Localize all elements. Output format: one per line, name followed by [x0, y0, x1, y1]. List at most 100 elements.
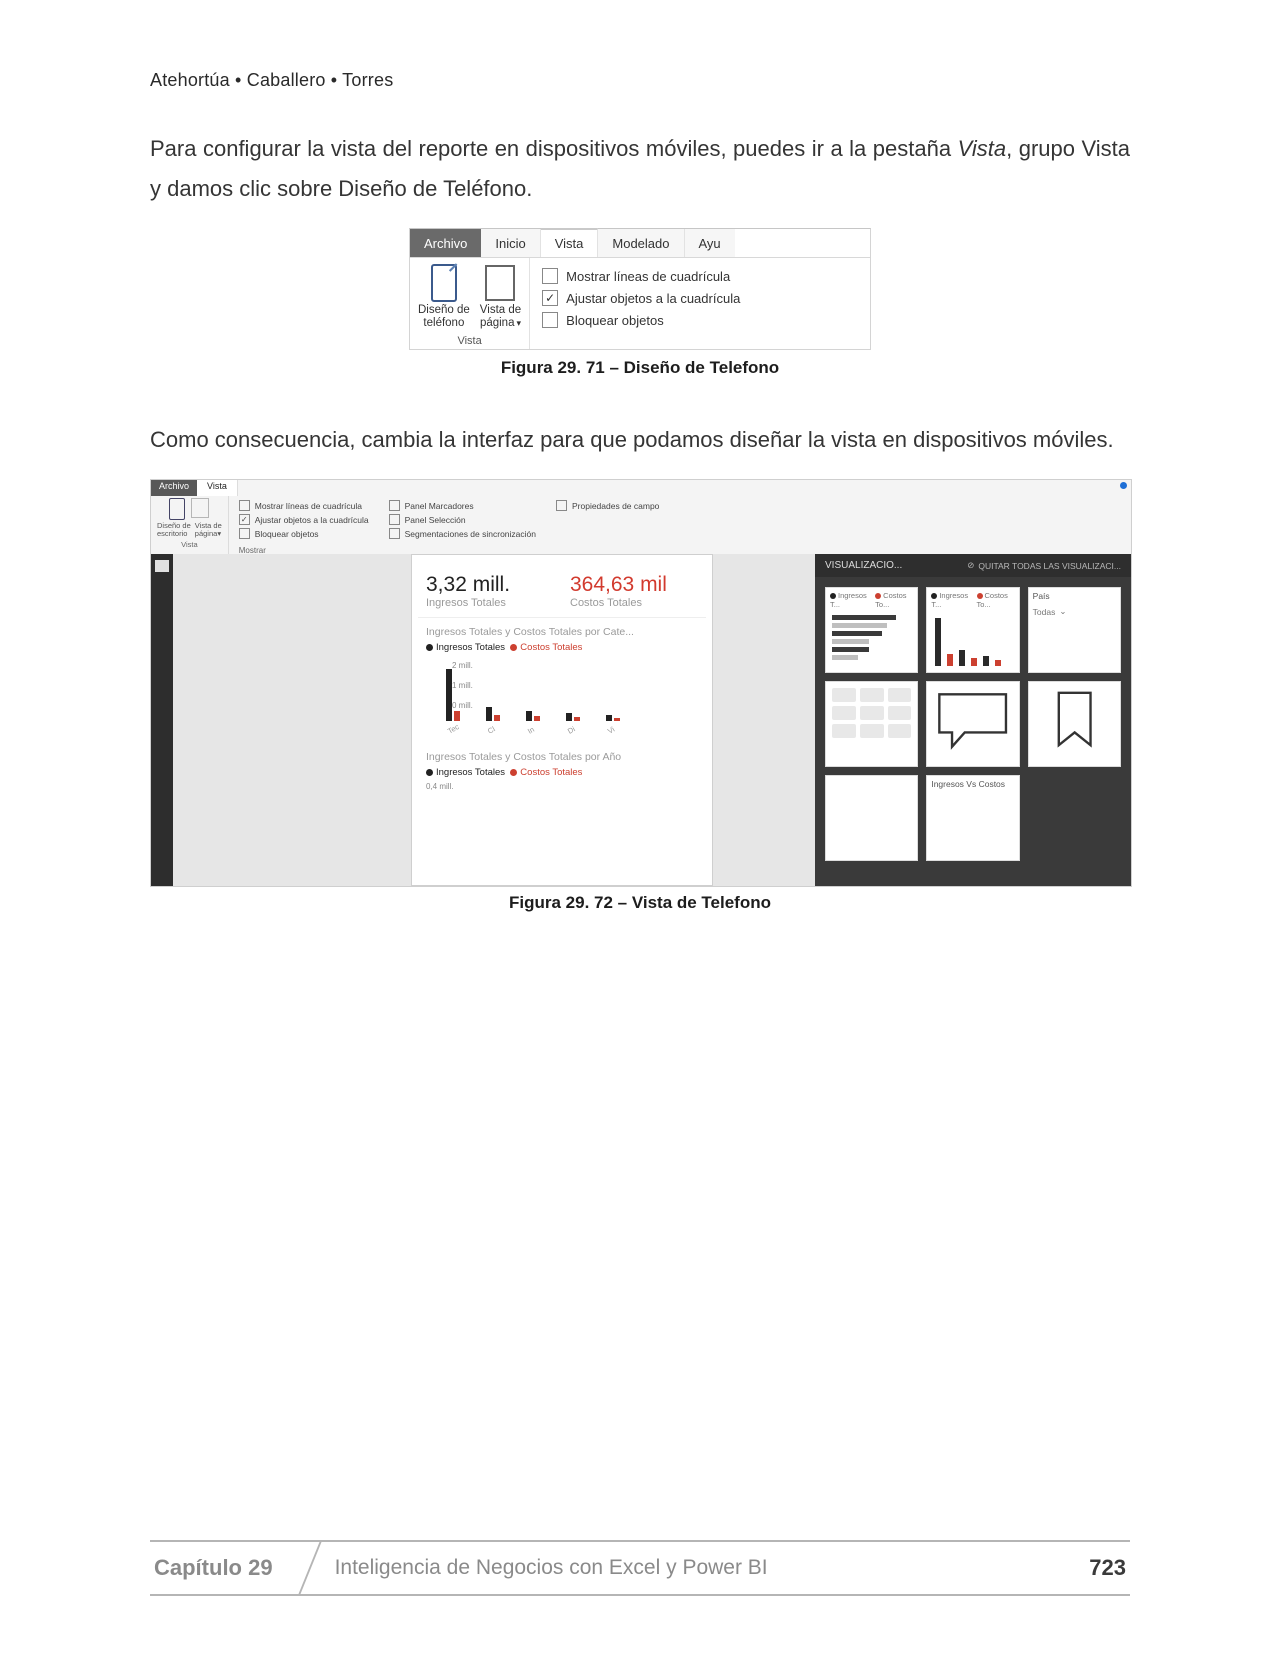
page-view-label-2: página	[480, 317, 515, 329]
chk-lock-objects-label: Bloquear objetos	[566, 313, 664, 328]
checkbox-icon	[389, 528, 400, 539]
kpi-ingresos-label: Ingresos Totales	[426, 597, 554, 609]
desktop-layout-icon	[169, 498, 185, 520]
chevron-down-icon: ▾	[217, 529, 221, 538]
fig2-group-caption: Vista	[181, 540, 198, 549]
tab-vista[interactable]: Vista	[541, 228, 599, 257]
phone-canvas[interactable]: 3,32 mill. Ingresos Totales 364,63 mil C…	[411, 554, 713, 886]
tab-archivo[interactable]: Archivo	[410, 229, 481, 257]
speech-bubble-icon	[933, 688, 1012, 751]
checkbox-icon	[389, 500, 400, 511]
paragraph-2: Como consecuencia, cambia la interfaz pa…	[150, 420, 1130, 460]
paragraph-1: Para configurar la vista del reporte en …	[150, 129, 1130, 208]
tile2-title: Ingresos Totales y Costos Totales por Añ…	[418, 743, 706, 767]
footer-chapter: Capítulo 29	[150, 1542, 295, 1594]
viz-tile-vbar[interactable]: Ingresos T... Costos To...	[926, 587, 1019, 673]
page-footer: Capítulo 29 Inteligencia de Negocios con…	[150, 1540, 1130, 1596]
page-view-icon	[191, 498, 209, 518]
checkbox-icon	[556, 500, 567, 511]
viz-clear-all-label: QUITAR TODAS LAS VISUALIZACI...	[978, 561, 1121, 571]
clear-icon: ⊘	[967, 560, 974, 571]
viz-tile-chat[interactable]	[926, 681, 1019, 767]
chk-selection-panel[interactable]: Panel Selección	[389, 514, 536, 525]
page-view-label-1: Vista de	[480, 304, 521, 316]
left-nav-rail	[151, 554, 173, 886]
btn-desktop-layout[interactable]	[169, 498, 185, 520]
tile2-legend: Ingresos Totales Costos Totales	[418, 767, 706, 782]
chk-lock-objects[interactable]: Bloquear objetos	[542, 312, 740, 328]
emphasis-vista: Vista	[958, 136, 1007, 161]
chk-snap-to-grid[interactable]: ✓ Ajustar objetos a la cuadrícula	[542, 290, 740, 306]
chevron-down-icon: ▾	[516, 318, 521, 328]
fig1-checkbox-group: Mostrar líneas de cuadrícula ✓ Ajustar o…	[530, 258, 752, 348]
btn-page-view-small[interactable]	[191, 498, 209, 520]
viz-tile-blank[interactable]	[825, 775, 918, 861]
checkbox-icon	[542, 268, 558, 284]
figure-29-71-caption: Figura 29. 71 – Diseño de Telefono	[150, 358, 1130, 378]
chk-field-properties[interactable]: Propiedades de campo	[556, 500, 659, 511]
tab-modelado[interactable]: Modelado	[598, 229, 684, 257]
desktop-layout-label: Diseño deescritorio	[157, 522, 191, 538]
viz-tile-bookmark[interactable]	[1028, 681, 1121, 767]
checkbox-icon	[389, 514, 400, 525]
kpi-ingresos-value: 3,32 mill.	[426, 573, 554, 597]
checkbox-checked-icon: ✓	[542, 290, 558, 306]
phone-layout-label-1: Diseño de	[418, 304, 470, 316]
figure-29-71: Archivo Inicio Vista Modelado Ayu Diseño…	[409, 228, 871, 349]
phone-layout-icon	[425, 264, 463, 302]
footer-page-number: 723	[1089, 1542, 1130, 1594]
footer-divider-icon	[295, 1542, 325, 1594]
tab-ayuda[interactable]: Ayu	[685, 229, 735, 257]
kpi-ingresos[interactable]: 3,32 mill. Ingresos Totales	[418, 561, 562, 617]
fig2-tab-vista[interactable]: Vista	[197, 480, 238, 496]
viz-tile-ingresos-vs-costos[interactable]: Ingresos Vs Costos	[926, 775, 1019, 861]
tile1-title: Ingresos Totales y Costos Totales por Ca…	[418, 618, 706, 642]
phone-layout-label-2: teléfono	[423, 317, 464, 329]
chk-show-gridlines-label: Mostrar líneas de cuadrícula	[566, 269, 730, 284]
btn-phone-layout[interactable]: Diseño de teléfono	[418, 264, 470, 330]
tile1-bar-chart[interactable]: 2 mill. 1 mill. 0 mill. Tec Cl In Di Vi	[446, 659, 698, 737]
fig2-group-vista: Diseño deescritorio Vista depágina▾ Vist…	[151, 496, 229, 554]
btn-page-view[interactable]: Vista de página▾	[480, 264, 521, 330]
running-head: Atehortúa • Caballero • Torres	[150, 70, 1130, 91]
footer-title: Inteligencia de Negocios con Excel y Pow…	[325, 1542, 768, 1594]
checkbox-icon	[239, 500, 250, 511]
xaxis-2: In	[526, 725, 536, 736]
viz-tile-button-grid[interactable]	[825, 681, 918, 767]
figure-29-72: Archivo Vista Diseño deescritorio	[150, 479, 1132, 887]
kpi-costos-value: 364,63 mil	[570, 573, 698, 597]
fig2-tab-archivo[interactable]: Archivo	[151, 480, 197, 496]
viz-tile-slicer-pais[interactable]: País Todas⌄	[1028, 587, 1121, 673]
viz-clear-all[interactable]: ⊘ QUITAR TODAS LAS VISUALIZACI...	[967, 560, 1121, 571]
chk-snap-to-grid-label: Ajustar objetos a la cuadrícula	[566, 291, 740, 306]
chevron-down-icon: ⌄	[1059, 606, 1066, 617]
kpi-costos-label: Costos Totales	[570, 597, 698, 609]
checkbox-checked-icon: ✓	[239, 514, 250, 525]
xaxis-3: Di	[566, 725, 577, 736]
chk-show-gridlines[interactable]: Mostrar líneas de cuadrícula	[542, 268, 740, 284]
chk-gridlines-small[interactable]: Mostrar líneas de cuadrícula	[239, 500, 369, 511]
fig1-tabstrip: Archivo Inicio Vista Modelado Ayu	[410, 229, 870, 258]
checkbox-icon	[239, 528, 250, 539]
chk-sync-slicers[interactable]: Segmentaciones de sincronización	[389, 528, 536, 539]
kpi-costos[interactable]: 364,63 mil Costos Totales	[562, 561, 706, 617]
page-view-label: Vista depágina▾	[195, 522, 222, 538]
tab-inicio[interactable]: Inicio	[481, 229, 540, 257]
tile2-yaxis: 0,4 mill.	[418, 782, 706, 791]
fig1-group-vista: Diseño de teléfono Vista de página▾ Vist…	[410, 258, 530, 348]
figure-29-72-caption: Figura 29. 72 – Vista de Telefono	[150, 893, 1130, 913]
page-view-icon	[481, 264, 519, 302]
chk-lock-small[interactable]: Bloquear objetos	[239, 528, 369, 539]
paragraph-1a: Para configurar la vista del reporte en …	[150, 136, 958, 161]
chk-snap-small[interactable]: ✓Ajustar objetos a la cuadrícula	[239, 514, 369, 525]
xaxis-0: Tec	[446, 722, 461, 736]
visualizations-panel: VISUALIZACIO... ⊘ QUITAR TODAS LAS VISUA…	[815, 554, 1131, 886]
checkbox-icon	[542, 312, 558, 328]
viz-tile-hbar[interactable]: Ingresos T... Costos To...	[825, 587, 918, 673]
chk-bookmarks-panel[interactable]: Panel Marcadores	[389, 500, 536, 511]
viz-panel-title: VISUALIZACIO...	[825, 560, 902, 571]
bookmark-icon	[1035, 688, 1114, 751]
tile1-legend: Ingresos Totales Costos Totales	[418, 642, 706, 657]
fig1-group-caption: Vista	[457, 335, 481, 347]
report-view-icon[interactable]	[155, 560, 169, 572]
